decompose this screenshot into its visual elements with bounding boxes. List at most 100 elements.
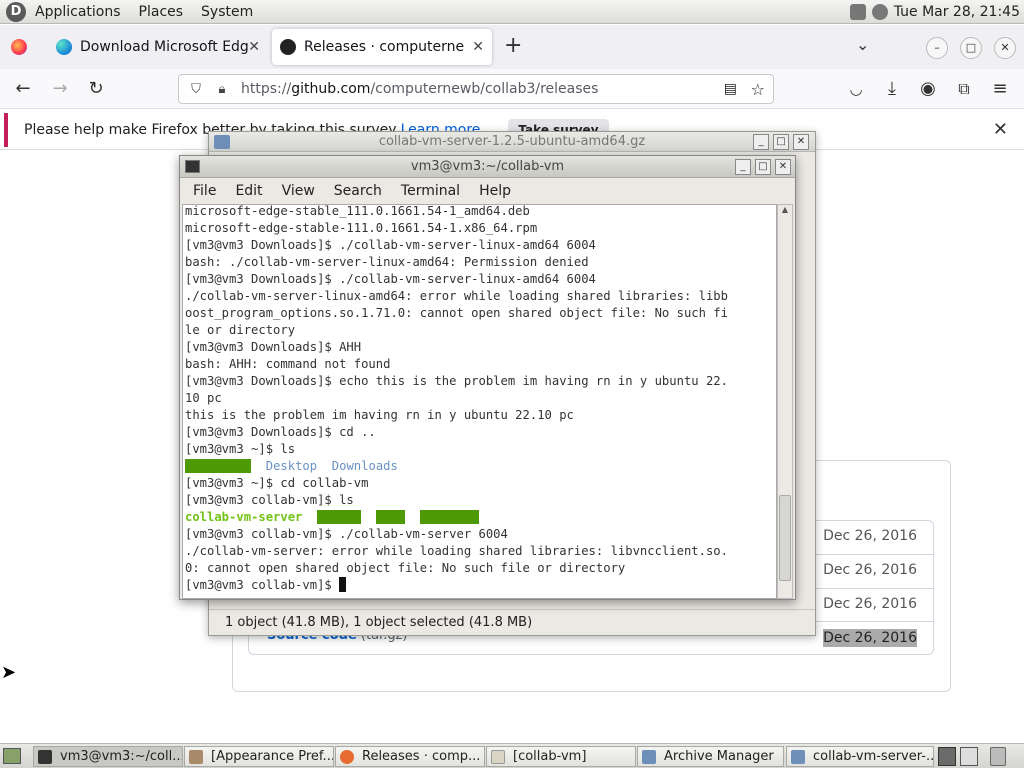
ls-entry-hidden: collab-vm (185, 459, 252, 473)
minimize-button[interactable]: _ (735, 159, 751, 175)
network-icon[interactable] (849, 4, 866, 20)
menu-help[interactable]: Help (466, 183, 517, 199)
terminal-line: ./collab-vm-server-linux-amd64: error wh… (185, 289, 728, 303)
menu-view[interactable]: View (269, 183, 321, 199)
menu-file[interactable]: File (180, 183, 222, 199)
terminal-ls-collab: collab-vm-server assets libs tmpfiles (185, 509, 479, 526)
taskbar-label: vm3@vm3:~/coll... (60, 749, 183, 764)
minimize-button[interactable]: _ (753, 134, 769, 150)
terminal-title: vm3@vm3:~/collab-vm (410, 159, 565, 174)
terminal-line: ./collab-vm-server: error while loading … (185, 544, 728, 558)
taskbar-label: Archive Manager (664, 749, 774, 764)
terminal-menubar: File Edit View Search Terminal Help (180, 178, 795, 203)
scrollbar-thumb[interactable] (779, 495, 791, 581)
archive-titlebar[interactable]: collab-vm-server-1.2.5-ubuntu-amd64.gz (209, 132, 815, 152)
menu-search[interactable]: Search (321, 183, 388, 199)
clock[interactable]: Tue Mar 28, 21:45 (894, 4, 1020, 20)
taskbar-item-archive-manager[interactable]: Archive Manager (637, 746, 784, 767)
bookmark-star-icon[interactable]: ☆ (751, 80, 765, 99)
terminal-line: microsoft-edge-stable_111.0.1661.54-1_am… (185, 204, 530, 218)
scroll-up-icon[interactable]: ▲ (778, 205, 792, 214)
firefox-view-icon[interactable] (11, 39, 27, 55)
lock-icon[interactable]: 🔒︎ (213, 82, 231, 97)
ls-entry-server: collab-vm-server (185, 510, 303, 524)
trash-icon[interactable] (990, 747, 1006, 766)
close-window-button[interactable]: ✕ (793, 134, 809, 150)
terminal-line: [vm3@vm3 collab-vm]$ ./collab-vm-server … (185, 527, 508, 541)
close-icon[interactable]: ✕ (472, 39, 484, 55)
firefox-icon (340, 749, 354, 764)
menu-applications[interactable]: Applications (26, 4, 130, 20)
volume-icon[interactable] (871, 4, 888, 20)
top-panel: D Applications Places System Tue Mar 28,… (0, 0, 1024, 24)
terminal-line: this is the problem im having rn in y ub… (185, 408, 574, 422)
taskbar-item-folder[interactable]: [collab-vm] (486, 746, 636, 767)
reader-view-icon[interactable]: ▤ (724, 81, 737, 97)
taskbar-label: Releases · comp... (362, 749, 481, 764)
close-window-button[interactable]: ✕ (775, 159, 791, 175)
workspace-2[interactable] (960, 747, 978, 766)
maximize-button[interactable]: □ (773, 134, 789, 150)
edge-favicon-icon (56, 39, 72, 55)
taskbar-item-appearance[interactable]: [Appearance Pref... (184, 746, 334, 767)
taskbar-label: collab-vm-server-... (813, 749, 934, 764)
maximize-button[interactable]: □ (755, 159, 771, 175)
terminal-window: vm3@vm3:~/collab-vm _ □ ✕ File Edit View… (179, 155, 796, 600)
downloads-icon[interactable]: ⤓ (881, 78, 903, 100)
firefox-tab-bar: Download Microsoft Edge ✕ Releases · com… (0, 25, 1024, 69)
distro-logo-icon[interactable]: D (6, 1, 26, 22)
menu-places[interactable]: Places (130, 4, 193, 20)
shield-icon[interactable]: ⛉ (187, 82, 205, 97)
asset-date: Dec 26, 2016 (823, 562, 917, 578)
menu-system[interactable]: System (192, 4, 262, 20)
close-icon[interactable]: ✕ (248, 39, 260, 55)
menu-edit[interactable]: Edit (222, 183, 268, 199)
tab-releases[interactable]: Releases · computernewb/collab3 ✕ (272, 29, 492, 65)
terminal-line: [vm3@vm3 Downloads]$ echo this is the pr… (185, 374, 728, 388)
url-bar[interactable]: ⛉ 🔒︎ https://github.com/computernewb/col… (178, 74, 774, 104)
menu-terminal[interactable]: Terminal (388, 183, 466, 199)
taskbar-item-archive-file[interactable]: collab-vm-server-... (786, 746, 934, 767)
folder-icon (491, 749, 505, 764)
menu-hamburger-icon[interactable]: ≡ (989, 78, 1011, 100)
terminal-ls-home: collab-vm Desktop Downloads (185, 458, 398, 475)
ls-entry-desktop: Desktop (265, 459, 318, 473)
extensions-icon[interactable]: ⧉ (953, 78, 975, 100)
workspace-1[interactable] (938, 747, 956, 766)
url-host: github.com (291, 81, 371, 97)
new-tab-button[interactable]: + (504, 33, 522, 58)
system-tray: Tue Mar 28, 21:45 (849, 0, 1020, 24)
maximize-button[interactable]: □ (960, 37, 982, 59)
firefox-nav-bar: ← → ↻ ⛉ 🔒︎ https://github.com/computerne… (0, 69, 1024, 109)
show-desktop-icon[interactable] (3, 748, 21, 764)
asset-date: Dec 26, 2016 (823, 629, 917, 647)
bottom-panel: vm3@vm3:~/coll... [Appearance Pref... Re… (0, 743, 1024, 768)
terminal-scrollbar[interactable]: ▲ (777, 204, 793, 599)
terminal-line: bash: AHH: command not found (185, 357, 391, 371)
appearance-icon (189, 749, 203, 764)
terminal-line: [vm3@vm3 Downloads]$ AHH (185, 340, 362, 354)
account-icon[interactable]: ◉ (917, 78, 939, 100)
close-window-button[interactable]: ✕ (994, 37, 1016, 59)
taskbar-label: [Appearance Pref... (211, 749, 334, 764)
notice-accent (4, 112, 8, 147)
pocket-icon[interactable]: ◡ (845, 78, 867, 100)
ls-entry-dir: assets (317, 510, 362, 524)
terminal-icon (185, 160, 200, 173)
reload-icon[interactable]: ↻ (85, 78, 107, 100)
terminal-line: [vm3@vm3 ~]$ cd collab-vm (185, 476, 369, 490)
terminal-line: [vm3@vm3 ~]$ ls (185, 442, 296, 456)
taskbar-item-terminal[interactable]: vm3@vm3:~/coll... (33, 746, 183, 767)
forward-icon[interactable]: → (49, 78, 71, 100)
terminal-titlebar[interactable]: vm3@vm3:~/collab-vm _ □ ✕ (180, 156, 795, 178)
terminal-line: [vm3@vm3 collab-vm]$ ls (185, 493, 354, 507)
close-icon[interactable]: ✕ (993, 119, 1008, 140)
terminal-output[interactable]: microsoft-edge-stable_111.0.1661.54-1_am… (182, 204, 777, 599)
terminal-line: [vm3@vm3 Downloads]$ cd .. (185, 425, 376, 439)
minimize-button[interactable]: – (926, 37, 948, 59)
taskbar-item-firefox[interactable]: Releases · comp... (335, 746, 485, 767)
back-icon[interactable]: ← (12, 78, 34, 100)
tab-download-edge[interactable]: Download Microsoft Edge ✕ (48, 29, 268, 65)
terminal-line: microsoft-edge-stable-111.0.1661.54-1.x8… (185, 221, 538, 235)
list-all-tabs-icon[interactable]: ⌄ (856, 35, 869, 54)
